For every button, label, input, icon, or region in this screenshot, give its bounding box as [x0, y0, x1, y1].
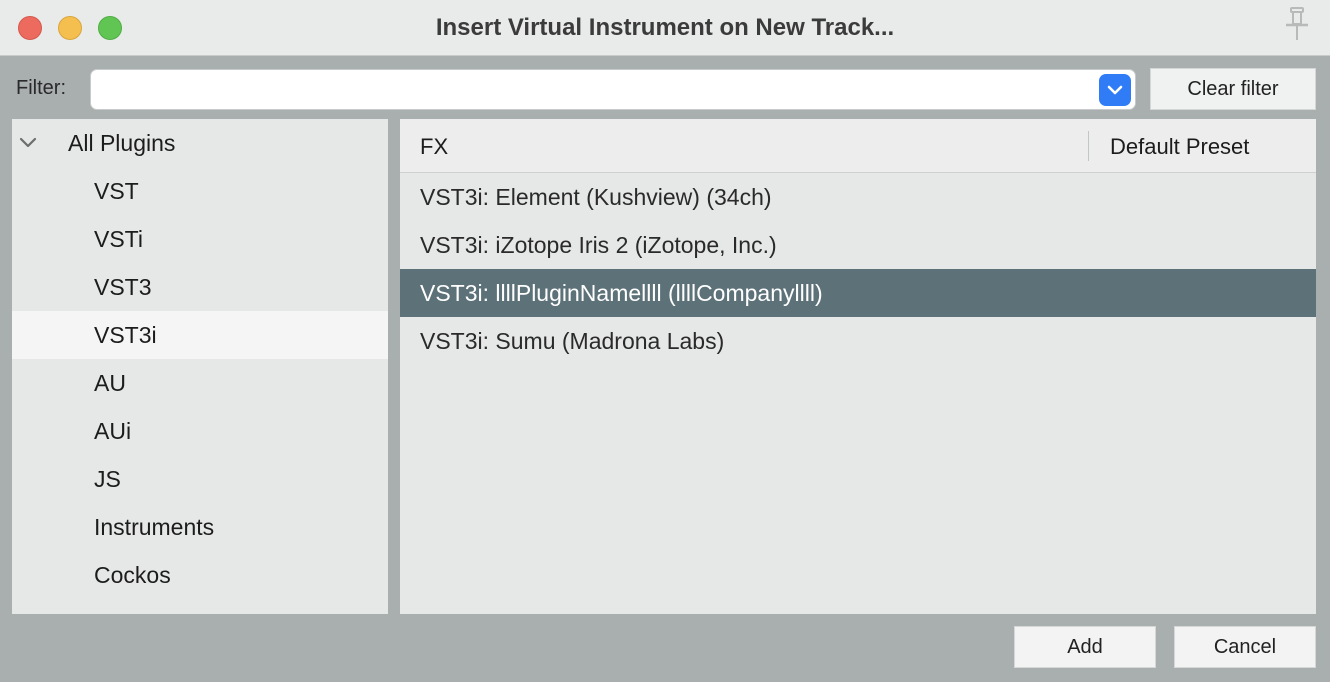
filter-dropdown-button[interactable] — [1099, 74, 1131, 106]
plugin-row-selected[interactable]: VST3i: llllPluginNamellll (llllCompanyll… — [400, 269, 1316, 317]
tree-item-vst[interactable]: VST — [12, 167, 388, 215]
plugin-list[interactable]: FX Default Preset VST3i: Element (Kushvi… — [400, 119, 1316, 614]
pin-icon[interactable] — [1282, 6, 1312, 42]
filter-label: Filter: — [16, 77, 66, 99]
plugin-row[interactable]: VST3i: Element (Kushview) (34ch) — [400, 173, 1316, 221]
filter-combobox[interactable] — [90, 69, 1136, 110]
tree-item-label: VST3i — [94, 322, 157, 348]
chevron-down-icon[interactable] — [18, 133, 38, 153]
tree-item-label: JS — [94, 466, 121, 492]
tree-item-label: VST — [94, 178, 139, 204]
tree-root-label: All Plugins — [68, 130, 176, 156]
tree-item-label: Cockos — [94, 562, 171, 588]
tree-item-aui[interactable]: AUi — [12, 407, 388, 455]
tree-item-label: AUi — [94, 418, 132, 444]
window-title: Insert Virtual Instrument on New Track..… — [435, 14, 895, 41]
chevron-down-icon — [1107, 85, 1123, 95]
plugin-row-label: VST3i: llllPluginNamellll (llllCompanyll… — [420, 280, 823, 306]
filter-input[interactable] — [99, 76, 1089, 104]
tree-item-label: VST3 — [94, 274, 152, 300]
tree-item-vst3[interactable]: VST3 — [12, 263, 388, 311]
plugin-row[interactable]: VST3i: Sumu (Madrona Labs) — [400, 317, 1316, 365]
plugin-row-label: VST3i: iZotope Iris 2 (iZotope, Inc.) — [420, 232, 777, 258]
column-header-default-preset[interactable]: Default Preset — [1110, 134, 1249, 160]
tree-item-instruments[interactable]: Instruments — [12, 503, 388, 551]
list-header: FX Default Preset — [400, 119, 1316, 173]
tree-item-vst3i[interactable]: VST3i — [12, 311, 388, 359]
plugin-row-label: VST3i: Element (Kushview) (34ch) — [420, 184, 772, 210]
plugin-row-label: VST3i: Sumu (Madrona Labs) — [420, 328, 725, 354]
dialog-window: Insert Virtual Instrument on New Track..… — [0, 0, 1330, 682]
plugin-category-tree[interactable]: All Plugins VST VSTi VST3 VST3i AU AUi J… — [12, 119, 388, 614]
tree-item-label: Instruments — [94, 514, 215, 540]
column-header-fx[interactable]: FX — [420, 134, 448, 160]
tree-item-label: VSTi — [94, 226, 143, 252]
tree-root-all-plugins[interactable]: All Plugins — [12, 119, 388, 167]
tree-item-cockos[interactable]: Cockos — [12, 551, 388, 599]
tree-item-js[interactable]: JS — [12, 455, 388, 503]
column-divider[interactable] — [1088, 131, 1089, 161]
clear-filter-button[interactable]: Clear filter — [1150, 68, 1316, 110]
title-bar[interactable]: Insert Virtual Instrument on New Track..… — [0, 0, 1330, 56]
plugin-row[interactable]: VST3i: iZotope Iris 2 (iZotope, Inc.) — [400, 221, 1316, 269]
tree-item-label: AU — [94, 370, 126, 396]
add-button[interactable]: Add — [1014, 626, 1156, 668]
tree-item-au[interactable]: AU — [12, 359, 388, 407]
tree-item-vsti[interactable]: VSTi — [12, 215, 388, 263]
cancel-button[interactable]: Cancel — [1174, 626, 1316, 668]
